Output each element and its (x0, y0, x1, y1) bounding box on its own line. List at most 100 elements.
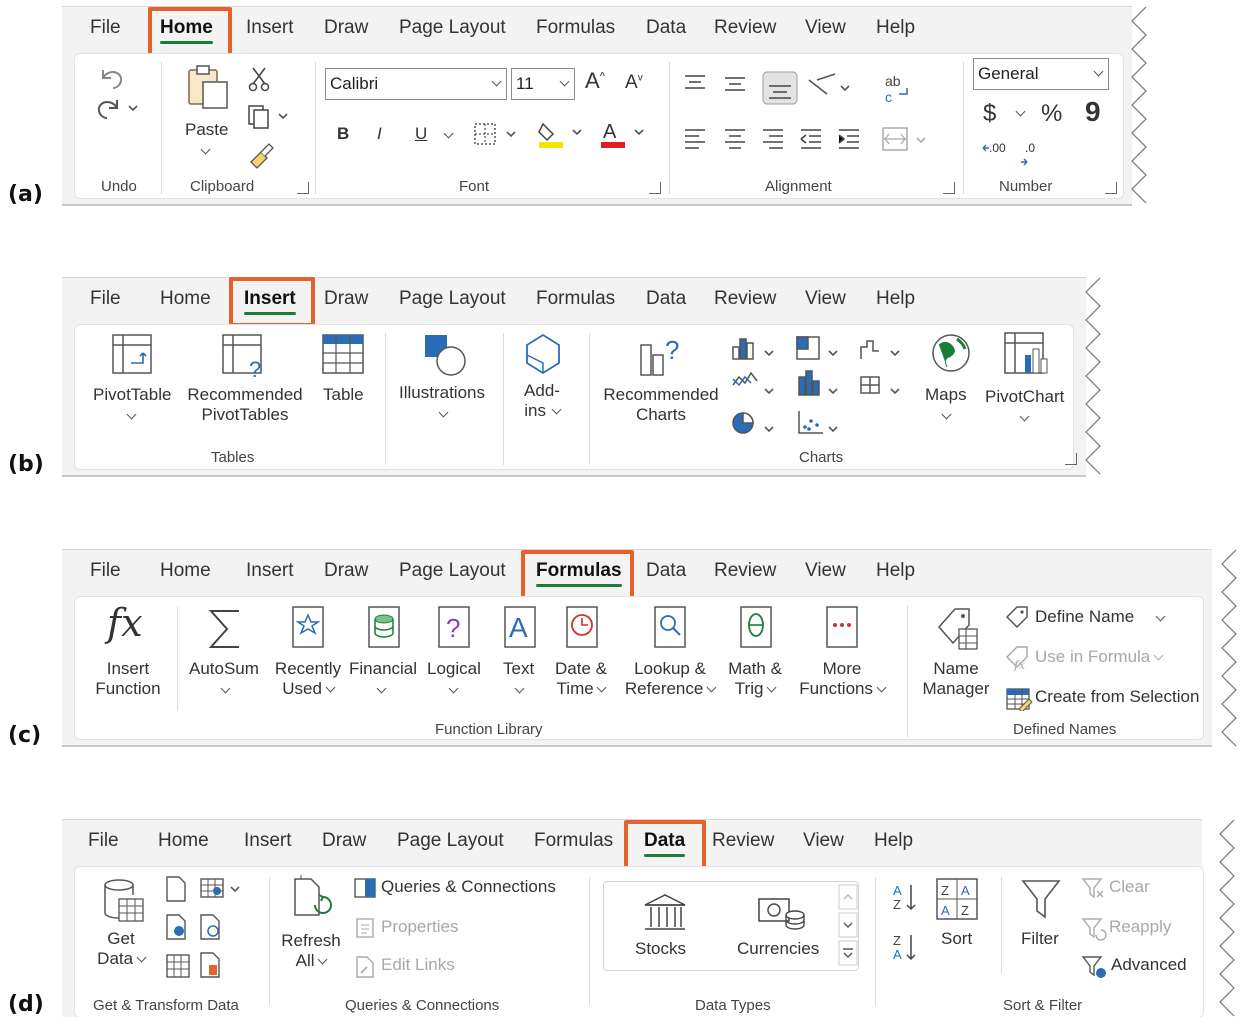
sort-az-za-icons[interactable]: AZ ZA (891, 881, 921, 961)
recommended-pivottables-icon[interactable]: ? (221, 333, 271, 383)
tab-review[interactable]: Review (712, 828, 774, 856)
tab-help[interactable]: Help (876, 286, 915, 314)
tab-view[interactable]: View (805, 15, 846, 43)
italic-button[interactable]: I (377, 124, 382, 144)
queries-connections-button[interactable]: Queries & Connections (381, 877, 556, 897)
copy-icon[interactable] (245, 102, 295, 130)
tab-formulas[interactable]: Formulas (536, 286, 615, 314)
underline-dropdown-icon[interactable] (443, 128, 454, 139)
paste-dropdown-icon[interactable] (200, 144, 211, 155)
currencies-button[interactable]: Currencies (737, 939, 819, 959)
text-functions-icon[interactable]: A (501, 605, 539, 651)
name-manager-button[interactable]: Name Manager (915, 659, 997, 699)
maps-button[interactable]: Maps (925, 385, 967, 405)
pivotchart-icon[interactable] (1003, 331, 1053, 381)
paste-icon[interactable] (185, 62, 231, 112)
decimal-buttons[interactable]: .00 .0 (979, 140, 1059, 170)
tab-file[interactable]: File (88, 828, 119, 856)
sort-icon[interactable]: Z AA Z (935, 877, 981, 923)
tab-formulas[interactable]: Formulas (534, 828, 613, 856)
sort-button[interactable]: Sort (941, 929, 972, 949)
tab-draw[interactable]: Draw (324, 286, 368, 314)
horizontal-alignment-icons[interactable] (683, 126, 883, 154)
get-transform-icons[interactable] (163, 873, 255, 983)
use-in-formula-icon[interactable]: fx (1005, 645, 1031, 671)
tab-home[interactable]: Home (160, 286, 211, 314)
tab-view[interactable]: View (803, 828, 844, 856)
tab-file[interactable]: File (90, 558, 121, 586)
addins-button[interactable]: Add-ins (517, 381, 567, 421)
tab-insert[interactable]: Insert (244, 828, 292, 856)
format-painter-icon[interactable] (245, 140, 275, 170)
number-format-dropdown[interactable]: General (973, 58, 1109, 90)
cut-icon[interactable] (245, 64, 275, 92)
logical-icon[interactable]: ? (435, 605, 473, 651)
tab-formulas[interactable]: Formulas (536, 15, 615, 43)
tab-draw[interactable]: Draw (322, 828, 366, 856)
table-icon[interactable] (321, 333, 367, 379)
bold-button[interactable]: B (337, 124, 349, 144)
create-from-selection-button[interactable]: Create from Selection (1035, 687, 1199, 707)
tab-page-layout[interactable]: Page Layout (399, 286, 506, 314)
recently-used-icon[interactable] (289, 605, 327, 651)
comma-style-button[interactable]: 9 (1085, 96, 1101, 128)
more-functions-icon[interactable] (823, 605, 861, 651)
filter-icon[interactable] (1019, 877, 1065, 923)
tab-home[interactable]: Home (160, 558, 211, 586)
tab-help[interactable]: Help (876, 558, 915, 586)
maps-icon[interactable] (929, 331, 975, 377)
tab-home[interactable]: Home (158, 828, 209, 856)
tab-view[interactable]: View (805, 558, 846, 586)
borders-icon[interactable] (473, 120, 523, 148)
math-trig-icon[interactable] (737, 605, 775, 651)
date-time-button[interactable]: Date & Time (549, 659, 613, 699)
pivottable-icon[interactable] (111, 333, 157, 379)
tab-file[interactable]: File (90, 15, 121, 43)
insert-function-button[interactable]: Insert Function (89, 659, 167, 699)
autosum-button[interactable]: AutoSum (189, 659, 259, 679)
filter-button[interactable]: Filter (1021, 929, 1059, 949)
pivottable-button[interactable]: PivotTable (93, 385, 171, 405)
tab-page-layout[interactable]: Page Layout (399, 558, 506, 586)
gallery-scroll-buttons[interactable] (837, 883, 861, 969)
tab-file[interactable]: File (90, 286, 121, 314)
refresh-all-icon[interactable] (291, 875, 337, 927)
lookup-reference-button[interactable]: Lookup & Reference (621, 659, 719, 699)
stocks-button[interactable]: Stocks (635, 939, 686, 959)
recommended-charts-icon[interactable]: ? (637, 331, 687, 381)
advanced-button[interactable]: Advanced (1111, 955, 1187, 975)
lookup-reference-icon[interactable] (651, 605, 689, 651)
create-from-selection-icon[interactable] (1005, 685, 1033, 711)
increase-font-size-button[interactable]: A^ (585, 68, 605, 94)
font-color-icon[interactable]: A (599, 116, 649, 150)
clipboard-launcher-icon[interactable] (297, 182, 309, 194)
alignment-launcher-icon[interactable] (943, 182, 955, 194)
get-data-button[interactable]: Get Data (89, 929, 153, 969)
illustrations-icon[interactable] (421, 331, 471, 377)
tab-draw[interactable]: Draw (324, 558, 368, 586)
more-functions-button[interactable]: More Functions (793, 659, 891, 699)
underline-button[interactable]: U (415, 124, 427, 144)
financial-icon[interactable] (365, 605, 403, 651)
logical-button[interactable]: Logical (427, 659, 481, 679)
tab-draw[interactable]: Draw (324, 15, 368, 43)
addins-icon[interactable] (519, 331, 569, 377)
percent-button[interactable]: % (1041, 100, 1062, 128)
date-time-icon[interactable] (563, 605, 601, 651)
merge-center-icon[interactable] (881, 126, 941, 154)
recommended-charts-button[interactable]: Recommended Charts (599, 385, 723, 425)
get-data-icon[interactable] (101, 877, 147, 927)
currency-dropdown-icon[interactable] (1015, 106, 1026, 117)
recently-used-button[interactable]: Recently Used (273, 659, 343, 699)
illustrations-button[interactable]: Illustrations (399, 383, 485, 403)
queries-connections-icon[interactable] (353, 877, 377, 899)
tab-view[interactable]: View (805, 286, 846, 314)
recommended-pivottables-button[interactable]: Recommended PivotTables (183, 385, 307, 425)
fill-color-icon[interactable] (537, 116, 587, 150)
financial-button[interactable]: Financial (349, 659, 417, 679)
tab-data[interactable]: Data (646, 558, 686, 586)
math-trig-button[interactable]: Math & Trig (723, 659, 787, 699)
tab-insert[interactable]: Insert (246, 558, 294, 586)
tab-page-layout[interactable]: Page Layout (399, 15, 506, 43)
undo-icon[interactable] (95, 64, 129, 90)
